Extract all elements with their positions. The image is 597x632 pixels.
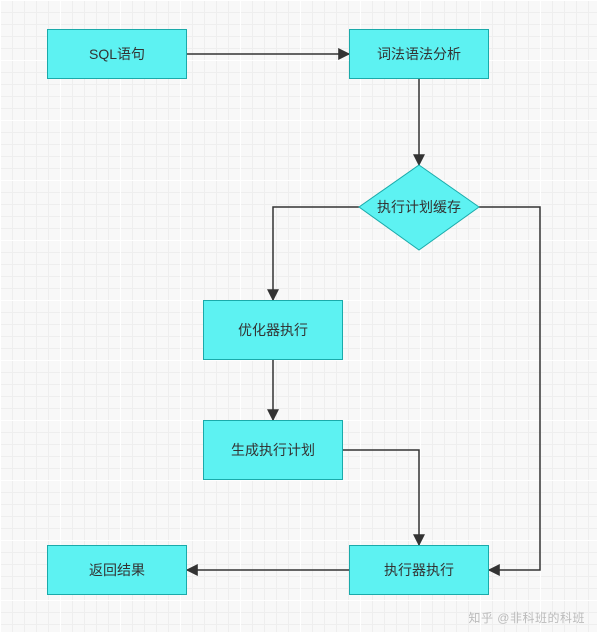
node-return-result: 返回结果 bbox=[47, 545, 187, 595]
node-optimizer: 优化器执行 bbox=[203, 300, 343, 360]
node-label: 执行计划缓存 bbox=[377, 199, 461, 215]
node-gen-plan: 生成执行计划 bbox=[203, 420, 343, 480]
node-label: 优化器执行 bbox=[238, 320, 308, 340]
node-executor: 执行器执行 bbox=[349, 545, 489, 595]
node-plan-cache-label: 执行计划缓存 bbox=[359, 197, 479, 217]
node-label: 执行器执行 bbox=[384, 560, 454, 580]
node-label: 生成执行计划 bbox=[231, 440, 315, 460]
node-label: 返回结果 bbox=[89, 560, 145, 580]
